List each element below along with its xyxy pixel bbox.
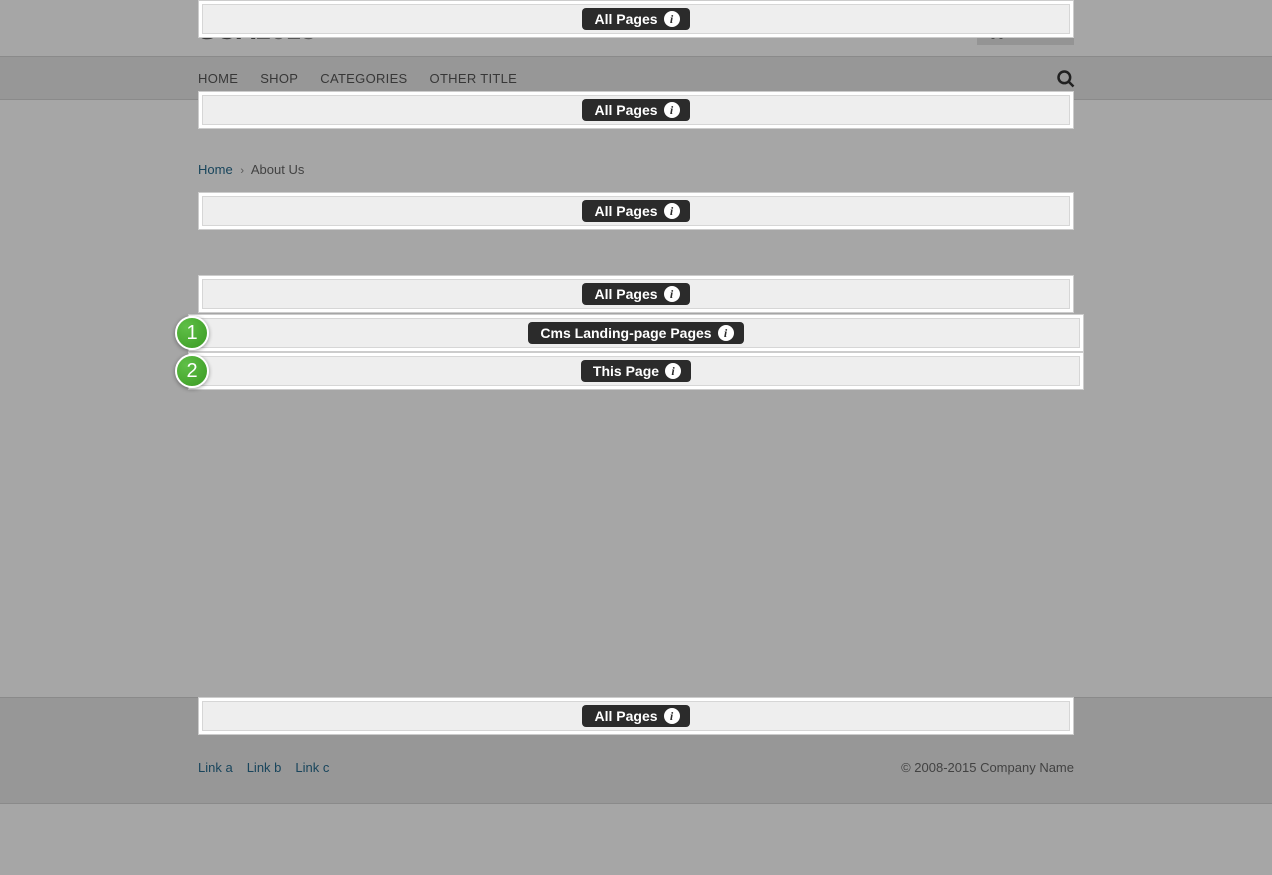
placeholder-label: All Pages bbox=[594, 707, 657, 725]
info-icon: i bbox=[664, 102, 680, 118]
info-icon: i bbox=[664, 708, 680, 724]
placeholder-label: Cms Landing-page Pages bbox=[540, 324, 711, 342]
placeholder-header-top[interactable]: All Pages i bbox=[198, 0, 1074, 38]
search-icon[interactable] bbox=[1056, 69, 1074, 87]
breadcrumb: Home › About Us bbox=[198, 156, 1074, 189]
placeholder-label: This Page bbox=[593, 362, 659, 380]
nav-item-categories[interactable]: CATEGORIES bbox=[320, 71, 407, 86]
placeholder-footer[interactable]: All Pages i bbox=[198, 697, 1074, 735]
footer-copyright: © 2008-2015 Company Name bbox=[901, 760, 1074, 775]
placeholder-label: All Pages bbox=[594, 10, 657, 28]
info-icon: i bbox=[664, 11, 680, 27]
placeholder-above-content[interactable]: All Pages i bbox=[198, 275, 1074, 313]
placeholder-cms-landing[interactable]: 1 Cms Landing-page Pages i bbox=[188, 314, 1084, 352]
nav-item-shop[interactable]: SHOP bbox=[260, 71, 298, 86]
placeholder-this-page[interactable]: 2 This Page i bbox=[188, 352, 1084, 390]
placeholder-below-nav[interactable]: All Pages i bbox=[198, 192, 1074, 230]
breadcrumb-home[interactable]: Home bbox=[198, 162, 233, 177]
nav-list: HOME SHOP CATEGORIES OTHER TITLE bbox=[198, 71, 517, 86]
placeholder-label: All Pages bbox=[594, 202, 657, 220]
breadcrumb-current: About Us bbox=[251, 162, 304, 177]
nav-item-other[interactable]: OTHER TITLE bbox=[430, 71, 518, 86]
footer-link-c[interactable]: Link c bbox=[295, 760, 329, 775]
info-icon: i bbox=[718, 325, 734, 341]
callout-badge-1: 1 bbox=[175, 316, 209, 350]
placeholder-label: All Pages bbox=[594, 101, 657, 119]
footer-link-a[interactable]: Link a bbox=[198, 760, 233, 775]
footer-links: Link a Link b Link c bbox=[198, 760, 329, 775]
info-icon: i bbox=[664, 203, 680, 219]
info-icon: i bbox=[665, 363, 681, 379]
nav-item-home[interactable]: HOME bbox=[198, 71, 238, 86]
placeholder-label: All Pages bbox=[594, 285, 657, 303]
callout-badge-2: 2 bbox=[175, 354, 209, 388]
chevron-right-icon: › bbox=[240, 165, 244, 177]
info-icon: i bbox=[664, 286, 680, 302]
footer-link-b[interactable]: Link b bbox=[247, 760, 282, 775]
placeholder-header-bottom[interactable]: All Pages i bbox=[198, 91, 1074, 129]
